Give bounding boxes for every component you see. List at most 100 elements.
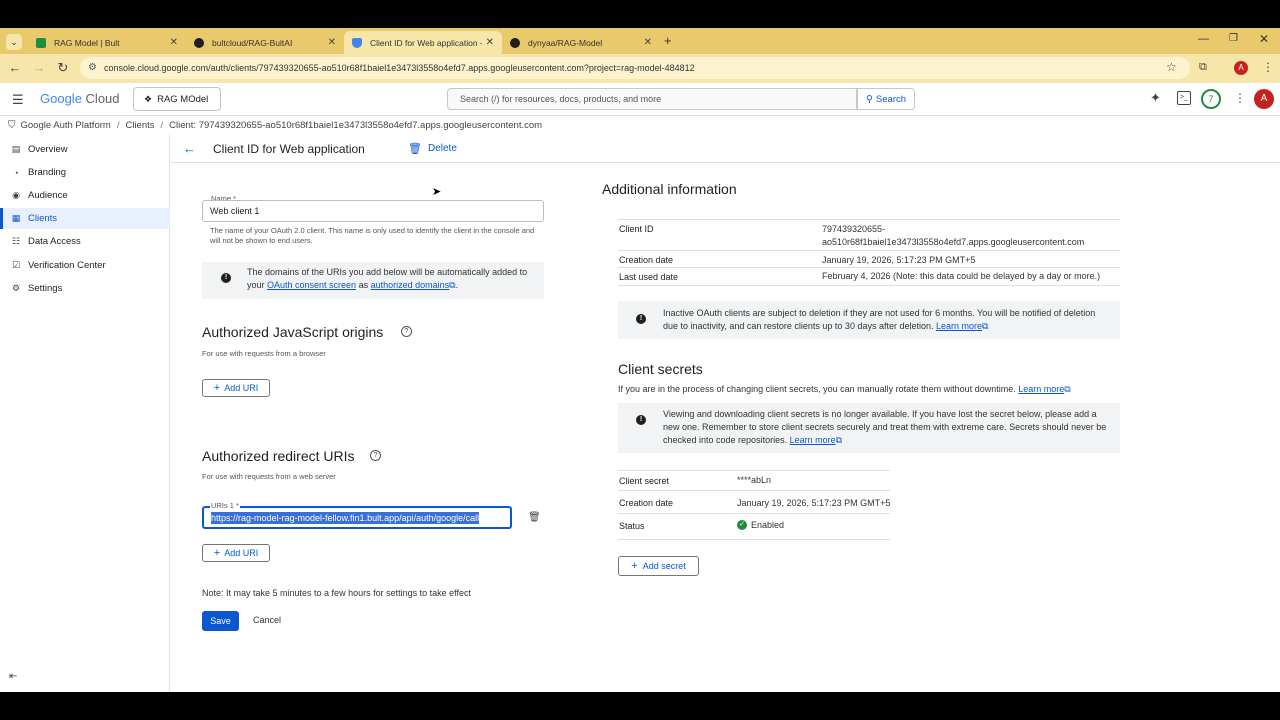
add-js-origin-uri-button[interactable]: + Add URI: [202, 379, 270, 397]
js-origins-title: Authorized JavaScript origins: [202, 324, 384, 340]
reload-icon[interactable]: ↻: [54, 59, 72, 77]
close-icon[interactable]: ✕: [170, 37, 178, 48]
info-icon: !: [636, 314, 646, 324]
back-arrow-icon[interactable]: ←: [183, 141, 196, 156]
profile-avatar[interactable]: A: [1234, 61, 1248, 75]
cancel-button[interactable]: Cancel: [253, 615, 281, 625]
divider: [618, 513, 890, 514]
new-tab-plus-icon[interactable]: +: [664, 33, 672, 48]
additional-info-title: Additional information: [602, 181, 737, 197]
browser-tab-3[interactable]: Client ID for Web application – ✕: [344, 31, 502, 54]
browser-tab-4[interactable]: dynyaa/RAG-Model ✕: [502, 31, 660, 54]
divider: [618, 219, 1120, 220]
secrets-warning-box: ! Viewing and downloading client secrets…: [618, 403, 1120, 453]
add-secret-button[interactable]: + Add secret: [618, 556, 699, 576]
google-cloud-logo[interactable]: Google Cloud: [40, 91, 120, 106]
client-id-value: 797439320655- ao510r68f1baiel1e3473l3558…: [822, 223, 1084, 249]
browser-menu-icon[interactable]: ⋮: [1262, 60, 1274, 74]
last-used-date-value: February 4, 2026 (Note: this data could …: [822, 271, 1101, 281]
delete-button[interactable]: 🗑 Delete: [408, 142, 457, 155]
secret-status-value: ✓ Enabled: [737, 520, 784, 530]
browser-tab-2[interactable]: bultcloud/RAG-BultAI ✕: [186, 31, 344, 54]
redirect-uri-1-field[interactable]: https://rag-model-rag-model-fellow.fin1.…: [202, 506, 512, 529]
cloud-shell-icon[interactable]: >_: [1177, 91, 1191, 105]
account-avatar[interactable]: A: [1254, 89, 1274, 109]
inactive-info-text: Inactive OAuth clients are subject to de…: [663, 307, 1108, 333]
sidebar-item-branding[interactable]: ◔ Branding: [0, 162, 170, 183]
add-redirect-uri-button[interactable]: + Add URI: [202, 544, 270, 562]
notifications-badge[interactable]: 7: [1201, 89, 1221, 109]
status-text: Enabled: [751, 520, 785, 530]
github-favicon-icon: [194, 37, 204, 48]
bookmark-star-icon[interactable]: ☆: [1166, 60, 1177, 74]
divider: [618, 470, 890, 471]
plus-icon: +: [213, 382, 221, 394]
close-icon[interactable]: ✕: [486, 37, 494, 48]
minimize-icon[interactable]: —: [1198, 33, 1209, 45]
close-icon[interactable]: ✕: [644, 37, 652, 48]
external-link-icon: ⧉: [835, 435, 843, 445]
plus-icon: +: [631, 560, 638, 572]
github-favicon-icon: [510, 37, 520, 48]
mouse-cursor-icon: ➤: [432, 186, 442, 198]
gemini-sparkle-icon[interactable]: ✦: [1150, 90, 1161, 106]
restore-icon[interactable]: ❐: [1229, 33, 1238, 44]
breadcrumb: ⛉ Google Auth Platform / Clients / Clien…: [0, 116, 1280, 135]
oauth-consent-screen-link[interactable]: OAuth consent screen: [267, 280, 356, 290]
client-id-label: Client ID: [619, 224, 654, 234]
project-picker-button[interactable]: ❖ RAG MOdel: [133, 87, 221, 111]
search-input[interactable]: Search (/) for resources, docs, products…: [447, 88, 857, 110]
learn-more-link[interactable]: Learn more: [1018, 384, 1064, 394]
page-header: ← Client ID for Web application 🗑 Delete: [171, 135, 1280, 163]
secret-status-label: Status: [619, 521, 645, 531]
breadcrumb-separator: /: [116, 120, 120, 131]
address-bar[interactable]: ⚙ console.cloud.google.com/auth/clients/…: [80, 57, 1190, 79]
secret-creation-date-value: January 19, 2026, 5:17:23 PM GMT+5: [737, 498, 891, 508]
window-close-icon[interactable]: ✕: [1259, 32, 1269, 46]
breadcrumb-item-auth-platform[interactable]: Google Auth Platform: [21, 120, 111, 131]
delete-uri-trash-icon[interactable]: 🗑: [528, 512, 541, 523]
branding-icon: ◔: [13, 167, 19, 178]
tab-search-dropdown[interactable]: ⌄: [6, 34, 22, 50]
sidebar-item-clients[interactable]: ▦ Clients: [0, 208, 170, 229]
sidebar-item-overview[interactable]: ▤ Overview: [0, 139, 170, 160]
tab-title: dynyaa/RAG-Model: [528, 37, 603, 48]
collapse-sidebar-icon[interactable]: ⇤: [9, 671, 17, 682]
forward-icon[interactable]: →: [30, 59, 48, 77]
name-field[interactable]: Web client 1: [202, 200, 544, 222]
help-icon[interactable]: ?: [401, 326, 412, 337]
sidebar-item-verification-center[interactable]: ☑ Verification Center: [0, 255, 170, 276]
divider: [618, 250, 1120, 251]
sidebar-item-label: Branding: [28, 167, 67, 178]
shield-favicon-icon: [352, 37, 362, 48]
breadcrumb-item-clients[interactable]: Clients: [125, 120, 154, 131]
site-info-icon[interactable]: ⚙: [88, 62, 97, 73]
info-icon: !: [636, 415, 646, 425]
close-icon[interactable]: ✕: [328, 37, 336, 48]
sidebar-item-audience[interactable]: ◉ Audience: [0, 185, 170, 206]
inactive-clients-info-box: ! Inactive OAuth clients are subject to …: [618, 301, 1120, 339]
learn-more-link[interactable]: Learn more: [790, 435, 836, 445]
screen-top-letterbox: [0, 0, 1280, 28]
secrets-warning-text: Viewing and downloading client secrets i…: [663, 408, 1111, 447]
external-link-icon: ⧉: [1064, 384, 1071, 394]
tab-title: Client ID for Web application –: [370, 37, 482, 48]
logo-google-text: Google: [40, 91, 82, 106]
learn-more-link[interactable]: Learn more: [936, 321, 982, 331]
search-button[interactable]: ⚲ Search: [857, 88, 915, 110]
extensions-icon[interactable]: ⧉: [1199, 61, 1207, 74]
hamburger-menu-icon[interactable]: ☰: [12, 92, 24, 108]
authorized-domains-link[interactable]: authorized domains: [371, 280, 450, 290]
browser-tab-1[interactable]: RAG Model | Bult ✕: [28, 31, 186, 54]
sidebar-item-settings[interactable]: ⚙ Settings: [0, 278, 170, 299]
client-secrets-description: If you are in the process of changing cl…: [618, 384, 1071, 395]
delete-label: Delete: [427, 143, 457, 154]
creation-date-label: Creation date: [619, 255, 674, 265]
save-button[interactable]: Save: [202, 611, 239, 631]
back-icon[interactable]: ←: [6, 59, 24, 77]
sidebar-item-data-access[interactable]: ☷ Data Access: [0, 231, 170, 252]
divider: [618, 267, 1120, 268]
sidebar-item-label: Clients: [28, 213, 58, 224]
more-options-icon[interactable]: ⋮: [1234, 91, 1246, 105]
help-icon[interactable]: ?: [370, 450, 381, 461]
